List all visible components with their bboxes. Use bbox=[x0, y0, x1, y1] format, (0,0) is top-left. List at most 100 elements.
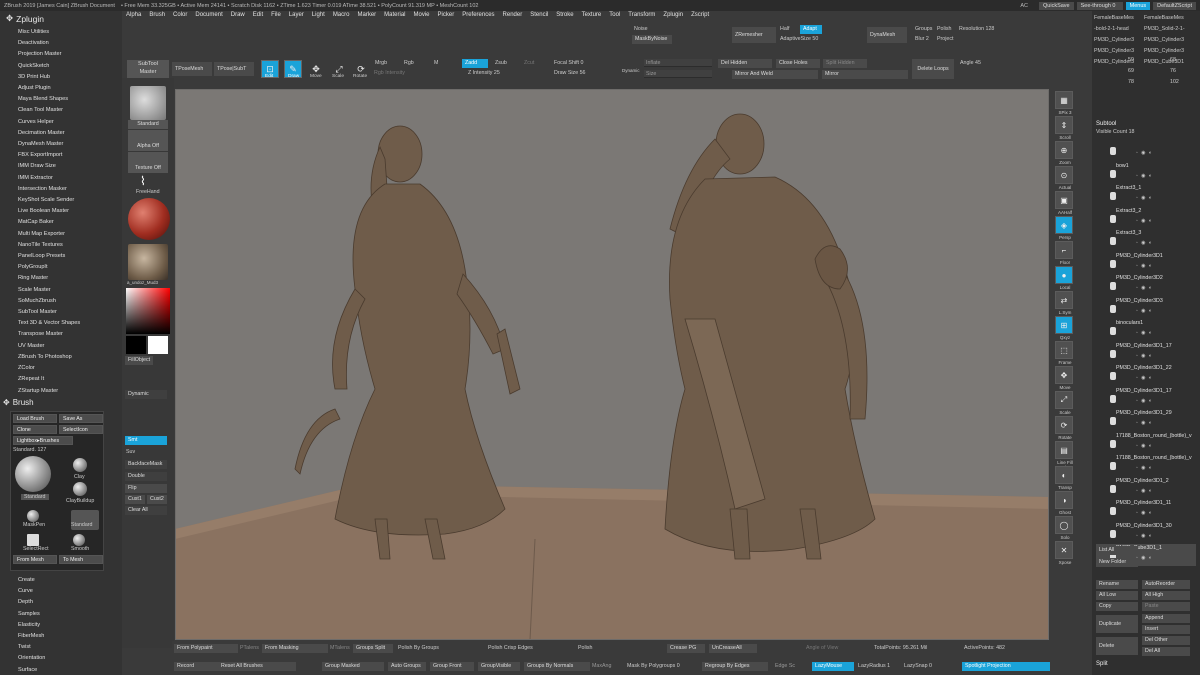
autoreorder-button[interactable]: AutoReorder bbox=[1142, 580, 1190, 589]
new-folder-button[interactable]: New Folder bbox=[1096, 558, 1138, 567]
brush-submenu-item[interactable]: Create bbox=[18, 575, 45, 586]
flip-button[interactable]: Flip bbox=[125, 484, 167, 493]
brush-thumb-selectrect[interactable] bbox=[27, 534, 39, 546]
menu-layer[interactable]: Layer bbox=[285, 12, 308, 22]
reset-all-brushes-button[interactable]: Reset All Brushes bbox=[218, 662, 296, 671]
resolution-slider[interactable]: Resolution 128 bbox=[959, 26, 994, 32]
z-intensity-slider[interactable]: Z Intensity 25 bbox=[468, 70, 500, 76]
zplugin-item[interactable]: Live Boolean Master bbox=[18, 206, 80, 217]
menu-alpha[interactable]: Alpha bbox=[122, 12, 145, 22]
brush-submenu-item[interactable]: Samples bbox=[18, 609, 45, 620]
subtool-controls-icon[interactable]: ◦ ◉ ◐ bbox=[1136, 533, 1153, 539]
menu-macro[interactable]: Macro bbox=[329, 12, 354, 22]
zplugin-item[interactable]: Curves Helper bbox=[18, 117, 80, 128]
record-button[interactable]: Record bbox=[174, 662, 218, 671]
tool-thumb-name[interactable]: PM3D_Solid-2-1- bbox=[1144, 26, 1192, 32]
menu-preferences[interactable]: Preferences bbox=[458, 12, 498, 22]
subtool-controls-icon[interactable]: ◦ ◉ ◐ bbox=[1136, 353, 1153, 359]
subtool-controls-icon[interactable]: ◦ ◉ ◐ bbox=[1136, 285, 1153, 291]
tool-thumb-name[interactable]: -bold-2-1-head bbox=[1094, 26, 1142, 32]
zplugin-header[interactable]: ✥ Zplugin bbox=[6, 13, 44, 24]
brush-submenu-item[interactable]: Orientation bbox=[18, 653, 45, 664]
subtool-item[interactable]: PM3D_Cylinder3D1_30 ◦ ◉ ◐ bbox=[1096, 522, 1196, 544]
tray-icon-10[interactable]: ⬚ bbox=[1055, 341, 1073, 359]
matcap-thumb[interactable] bbox=[128, 244, 168, 280]
subtool-item[interactable]: PM3D_Cylinder3D1_11 ◦ ◉ ◐ bbox=[1096, 499, 1196, 521]
uncrease-all-button[interactable]: UnCreaseAll bbox=[709, 644, 757, 653]
menu-brush[interactable]: Brush bbox=[145, 12, 169, 22]
menus-button[interactable]: Menus bbox=[1125, 1, 1151, 10]
subtool-header[interactable]: Subtool bbox=[1096, 121, 1116, 127]
zplugin-item[interactable]: Intersection Masker bbox=[18, 184, 80, 195]
append-button[interactable]: Append bbox=[1142, 614, 1190, 623]
fill-object-button[interactable]: FillObject bbox=[125, 356, 153, 365]
focal-shift-slider[interactable]: Focal Shift 0 bbox=[554, 60, 583, 66]
rgb-intensity-slider[interactable]: Rgb Intensity bbox=[374, 70, 405, 76]
subtool-controls-icon[interactable]: ◦ ◉ ◐ bbox=[1136, 398, 1153, 404]
menu-texture[interactable]: Texture bbox=[578, 12, 606, 22]
polish-slider[interactable]: Polish bbox=[578, 645, 592, 651]
subtool-controls-icon[interactable]: ◦ ◉ ◐ bbox=[1136, 465, 1153, 471]
mrgb-button[interactable]: Mrgb bbox=[375, 60, 387, 66]
split-hidden-button[interactable]: Split Hidden bbox=[823, 59, 867, 68]
subtool-controls-icon[interactable]: ◦ ◉ ◐ bbox=[1136, 443, 1153, 449]
tposesubt-button[interactable]: TPose|SubT bbox=[214, 62, 254, 76]
texture-off-button[interactable]: Texture Off bbox=[128, 164, 168, 173]
project-button[interactable]: Project bbox=[937, 36, 954, 42]
del-hidden-button[interactable]: Del Hidden bbox=[718, 59, 772, 68]
max-angle-slider[interactable]: MaxAng bbox=[592, 663, 611, 669]
group-masked-button[interactable]: Group Masked bbox=[322, 662, 384, 671]
noise-button[interactable]: Noise bbox=[634, 26, 648, 32]
clear-all-button[interactable]: Clear All bbox=[125, 506, 167, 515]
see-through-slider[interactable]: See-through 0 bbox=[1076, 1, 1123, 10]
menu-stroke[interactable]: Stroke bbox=[552, 12, 577, 22]
tray-icon-13[interactable]: ⟳ bbox=[1055, 416, 1073, 434]
delete-button[interactable]: Delete bbox=[1096, 637, 1138, 655]
subtool-controls-icon[interactable]: ◦ ◉ ◐ bbox=[1136, 263, 1153, 269]
subtool-controls-icon[interactable]: ◦ ◉ ◐ bbox=[1136, 308, 1153, 314]
subtool-item[interactable]: 17188_Boston_round_(bottle)_v ◦ ◉ ◐ bbox=[1096, 454, 1196, 476]
zplugin-item[interactable]: Deactivation bbox=[18, 38, 80, 49]
stroke-thumb[interactable] bbox=[128, 130, 168, 142]
tray-icon-17[interactable]: ◯ bbox=[1055, 516, 1073, 534]
mirror-button[interactable]: Mirror bbox=[822, 70, 908, 79]
freehand-label[interactable]: FreeHand bbox=[136, 189, 160, 195]
tool-thumb-name[interactable]: PM3D_Cube3D1 bbox=[1144, 59, 1192, 65]
zcut-button[interactable]: Zcut bbox=[524, 60, 534, 66]
tray-icon-9[interactable]: ⊞ bbox=[1055, 316, 1073, 334]
brush-submenu-item[interactable]: Twist bbox=[18, 642, 45, 653]
tray-icon-1[interactable]: ⇕ bbox=[1055, 116, 1073, 134]
rgb-button[interactable]: Rgb bbox=[404, 60, 414, 66]
tray-icon-3[interactable]: ⊙ bbox=[1055, 166, 1073, 184]
angle-of-view-slider[interactable]: Angle of View bbox=[806, 645, 838, 651]
subtool-item[interactable]: PM3D_Cylinder3D2 ◦ ◉ ◐ bbox=[1096, 274, 1196, 296]
duplicate-button[interactable]: Duplicate bbox=[1096, 615, 1138, 633]
menu-stencil[interactable]: Stencil bbox=[526, 12, 552, 22]
menu-marker[interactable]: Marker bbox=[353, 12, 380, 22]
load-brush-button[interactable]: Load Brush bbox=[13, 414, 57, 423]
alpha-off-button[interactable]: Alpha Off bbox=[128, 142, 168, 151]
dynamic-button[interactable]: Dynamic bbox=[125, 390, 167, 399]
from-mesh-button[interactable]: From Mesh bbox=[13, 555, 57, 564]
subtool-controls-icon[interactable]: ◦ ◉ ◐ bbox=[1136, 218, 1153, 224]
del-all-button[interactable]: Del All bbox=[1142, 647, 1190, 656]
color-picker[interactable] bbox=[126, 288, 170, 334]
ptalens-slider[interactable]: PTalens bbox=[240, 645, 259, 651]
texture-thumb[interactable] bbox=[128, 152, 168, 164]
material-sphere[interactable] bbox=[128, 198, 170, 240]
tray-icon-14[interactable]: ▤ bbox=[1055, 441, 1073, 459]
zplugin-item[interactable]: Decimation Master bbox=[18, 128, 80, 139]
zplugin-item[interactable]: Ring Master bbox=[18, 273, 80, 284]
lazyradius-slider[interactable]: LazyRadius 1 bbox=[858, 663, 890, 669]
menu-movie[interactable]: Movie bbox=[410, 12, 434, 22]
lazymouse-button[interactable]: LazyMouse bbox=[812, 662, 854, 671]
menu-zscript[interactable]: Zscript bbox=[687, 12, 713, 22]
brush-thumb-maskpen[interactable] bbox=[27, 510, 39, 522]
brush-thumb-smooth[interactable] bbox=[73, 534, 85, 546]
blur-slider[interactable]: Blur 2 bbox=[915, 36, 929, 42]
subtool-controls-icon[interactable]: ◦ ◉ ◐ bbox=[1136, 330, 1153, 336]
tray-icon-5[interactable]: ◈ bbox=[1055, 216, 1073, 234]
from-masking-button[interactable]: From Masking bbox=[262, 644, 328, 653]
tray-icon-8[interactable]: ⇄ bbox=[1055, 291, 1073, 309]
viewport-canvas[interactable] bbox=[175, 89, 1049, 640]
